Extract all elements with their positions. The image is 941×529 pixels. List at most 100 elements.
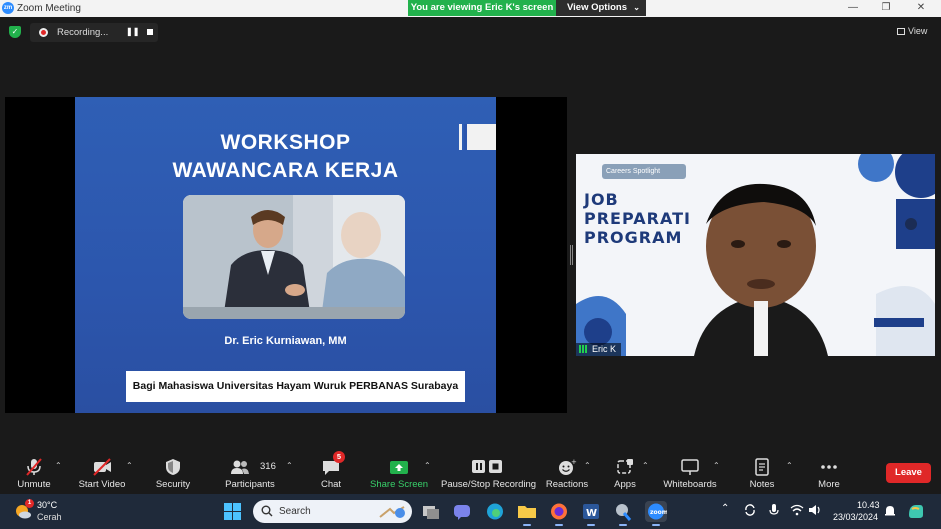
view-button[interactable]: View (897, 26, 927, 36)
stop-recording-icon[interactable] (147, 29, 153, 35)
share-screen-button[interactable]: Share Screen ⌃ (370, 452, 431, 494)
unmute-button[interactable]: Unmute ⌃ (8, 452, 62, 494)
windows-logo-tile (233, 503, 241, 511)
windows-logo-tile (224, 512, 232, 520)
meeting-toolbar: Unmute ⌃ Start Video ⌃ Security 316 Part… (0, 451, 941, 494)
interview-photo-image (183, 195, 405, 319)
window-title: Zoom Meeting (17, 3, 81, 14)
minimize-button[interactable]: — (843, 1, 863, 15)
more-label: More (818, 479, 840, 490)
show-hidden-icons-icon[interactable]: ⌃ (721, 503, 729, 514)
edge-browser-icon[interactable] (484, 501, 506, 522)
speaker-name-tag: Eric K (576, 343, 622, 356)
more-button[interactable]: More (812, 452, 846, 494)
apps-label: Apps (614, 479, 636, 490)
zoom-taskbar-icon[interactable]: zoom (645, 501, 668, 526)
pause-stop-recording-label: Pause/Stop Recording (441, 479, 537, 490)
weather-condition[interactable]: Cerah (37, 512, 62, 522)
file-explorer-icon[interactable] (516, 501, 538, 526)
speaker-bg-text-line2: PREPARATI (584, 209, 691, 228)
security-button[interactable]: Security (150, 452, 196, 494)
signal-strength-icon (579, 345, 589, 353)
clock-date[interactable]: 23/03/2024 (833, 512, 878, 522)
search-placeholder: Search (279, 506, 311, 517)
pause-recording-icon[interactable]: ❚❚ (126, 27, 139, 36)
apps-button[interactable]: Apps ⌃ (610, 452, 649, 494)
viewing-screen-banner: You are viewing Eric K's screen (408, 0, 556, 16)
security-shield-icon (166, 459, 180, 475)
notes-options-caret-icon[interactable]: ⌃ (786, 461, 793, 470)
chat-unread-badge: 5 (333, 451, 345, 463)
windows-taskbar: 1 30°C Cerah Search W zoom ⌃ 10.43 23/03… (0, 494, 941, 529)
participants-button[interactable]: 316 Participants ⌃ (222, 452, 293, 494)
share-screen-label: Share Screen (370, 479, 429, 490)
more-dots-icon (821, 465, 837, 469)
speaker-video[interactable]: Careers Spotlight JOB PREPARATI PROGRAM (576, 154, 935, 356)
apps-options-caret-icon[interactable]: ⌃ (642, 461, 649, 470)
sync-icon[interactable] (743, 503, 757, 517)
copilot-icon[interactable] (906, 501, 926, 521)
slide-decoration (459, 124, 496, 150)
windows-logo-tile (224, 503, 232, 511)
reactions-smiley-icon: + (559, 458, 577, 475)
windows-start-button[interactable] (224, 503, 241, 520)
whiteboard-icon (681, 459, 699, 475)
wifi-icon[interactable] (790, 504, 804, 516)
encryption-shield-icon[interactable]: ✓ (9, 26, 21, 38)
chat-button[interactable]: 5 Chat (314, 451, 348, 494)
participants-label: Participants (225, 479, 275, 490)
presentation-slide: WORKSHOP WAWANCARA KERJA Dr. Eric Kurnia… (75, 97, 496, 413)
speaker-background (576, 154, 935, 356)
slide-title-line1: WORKSHOP (220, 131, 351, 154)
teams-chat-icon[interactable] (451, 501, 473, 522)
notes-button[interactable]: Notes ⌃ (746, 452, 793, 494)
leave-button[interactable]: Leave (886, 463, 931, 483)
windows-logo-tile (233, 512, 241, 520)
notes-icon (755, 458, 769, 476)
taskbar-search-box[interactable]: Search (253, 500, 412, 523)
speaker-name: Eric K (592, 344, 617, 354)
view-layout-icon (897, 28, 905, 35)
recording-dot-icon (39, 28, 48, 37)
notes-label: Notes (749, 479, 775, 490)
resize-handle[interactable] (570, 245, 573, 265)
microphone-tray-icon[interactable] (768, 503, 780, 517)
share-screen-icon (390, 461, 408, 474)
reactions-button[interactable]: + Reactions ⌃ (544, 452, 591, 494)
unmute-label: Unmute (17, 479, 51, 490)
reactions-options-caret-icon[interactable]: ⌃ (584, 461, 591, 470)
video-options-caret-icon[interactable]: ⌃ (126, 461, 133, 470)
volume-icon[interactable] (808, 504, 822, 516)
participants-icon (231, 460, 249, 474)
microphone-muted-icon (26, 458, 42, 476)
restore-button[interactable]: ❐ (876, 1, 896, 15)
weather-temperature[interactable]: 30°C (37, 500, 57, 510)
view-label: View (908, 26, 928, 36)
participants-options-caret-icon[interactable]: ⌃ (286, 461, 293, 470)
pause-stop-recording-button[interactable]: Pause/Stop Recording (441, 452, 537, 494)
shared-screen[interactable]: WORKSHOP WAWANCARA KERJA Dr. Eric Kurnia… (5, 97, 567, 413)
view-options-label: View Options (567, 2, 628, 13)
view-options-button[interactable]: View Options ⌄ (556, 0, 646, 16)
word-icon[interactable]: W (580, 501, 602, 526)
pen-app-icon[interactable] (612, 501, 634, 526)
share-options-caret-icon[interactable]: ⌃ (424, 461, 431, 470)
firefox-icon[interactable] (548, 501, 570, 526)
whiteboards-button[interactable]: Whiteboards ⌃ (662, 452, 720, 494)
video-camera-off-icon (93, 458, 111, 476)
start-video-button[interactable]: Start Video ⌃ (72, 452, 133, 494)
task-view-icon[interactable] (420, 501, 442, 522)
security-label: Security (155, 479, 191, 490)
slide-banner: Bagi Mahasiswa Universitas Hayam Wuruk P… (126, 371, 465, 402)
chat-label: Chat (320, 479, 342, 490)
search-highlight-icon (379, 506, 405, 518)
svg-text:+: + (571, 458, 577, 466)
app-running-indicator (619, 524, 627, 526)
clock-time[interactable]: 10.43 (857, 500, 880, 510)
close-button[interactable]: ✕ (911, 1, 931, 15)
notification-bell-icon[interactable] (884, 504, 896, 518)
unmute-options-caret-icon[interactable]: ⌃ (55, 461, 62, 470)
whiteboards-options-caret-icon[interactable]: ⌃ (713, 461, 720, 470)
apps-icon (617, 459, 633, 474)
participants-count: 316 (260, 461, 276, 472)
